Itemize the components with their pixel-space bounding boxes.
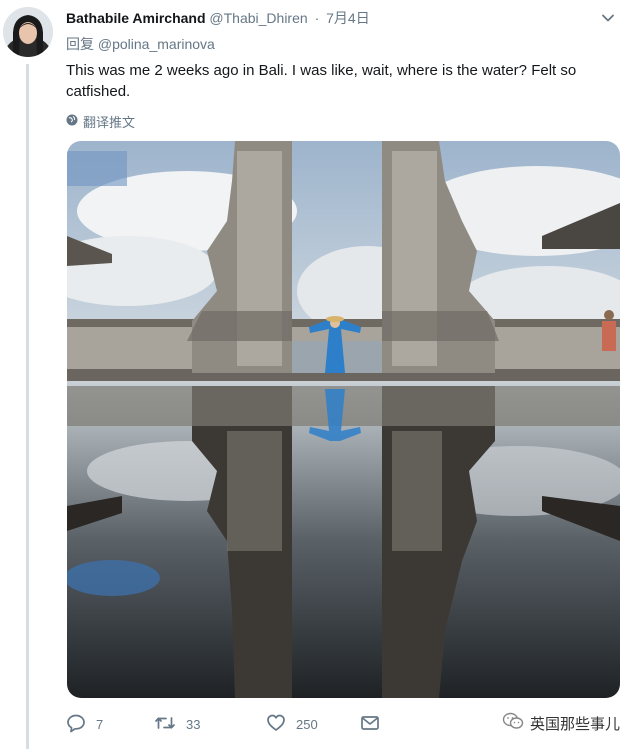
retweet-count: 33	[186, 716, 201, 732]
reply-mention[interactable]: @polina_marinova	[98, 36, 215, 52]
retweet-action[interactable]: 33	[154, 713, 266, 736]
envelope-icon	[360, 713, 380, 736]
reply-count: 7	[96, 716, 104, 732]
tweet-date[interactable]: 7月4日	[326, 10, 370, 26]
reply-action[interactable]: 7	[66, 713, 154, 736]
wechat-icon	[502, 712, 524, 734]
reply-prefix: 回复	[66, 36, 94, 52]
thread-line	[26, 64, 29, 749]
avatar[interactable]	[3, 7, 53, 57]
tweet-photo[interactable]	[67, 141, 620, 698]
heart-icon	[266, 713, 286, 736]
watermark-text: 英国那些事儿	[529, 715, 620, 733]
author-name[interactable]: Bathabile Amirchand	[66, 10, 206, 26]
header-separator: ·	[314, 10, 320, 26]
watermark: 英国那些事儿	[502, 712, 620, 734]
reply-context: 回复 @polina_marinova	[66, 34, 215, 54]
tweet-text: This was me 2 weeks ago in Bali. I was l…	[66, 62, 577, 100]
share-action[interactable]	[360, 713, 380, 736]
avatar-image	[3, 7, 53, 57]
tweet-actions: 7 33 250	[66, 712, 380, 736]
like-count: 250	[296, 716, 318, 732]
speech-bubble-icon	[66, 713, 86, 736]
retweet-arrows-icon	[154, 713, 176, 736]
globe-icon	[66, 114, 78, 129]
author-handle[interactable]: @Thabi_Dhiren	[209, 10, 307, 26]
translate-tweet-link[interactable]: 翻译推文	[66, 112, 135, 131]
chevron-down-icon[interactable]	[600, 10, 616, 26]
bali-gate-photo	[67, 141, 620, 698]
translate-label: 翻译推文	[83, 115, 136, 130]
tweet-header: Bathabile Amirchand @Thabi_Dhiren · 7月4日	[66, 8, 630, 28]
like-action[interactable]: 250	[266, 713, 360, 736]
